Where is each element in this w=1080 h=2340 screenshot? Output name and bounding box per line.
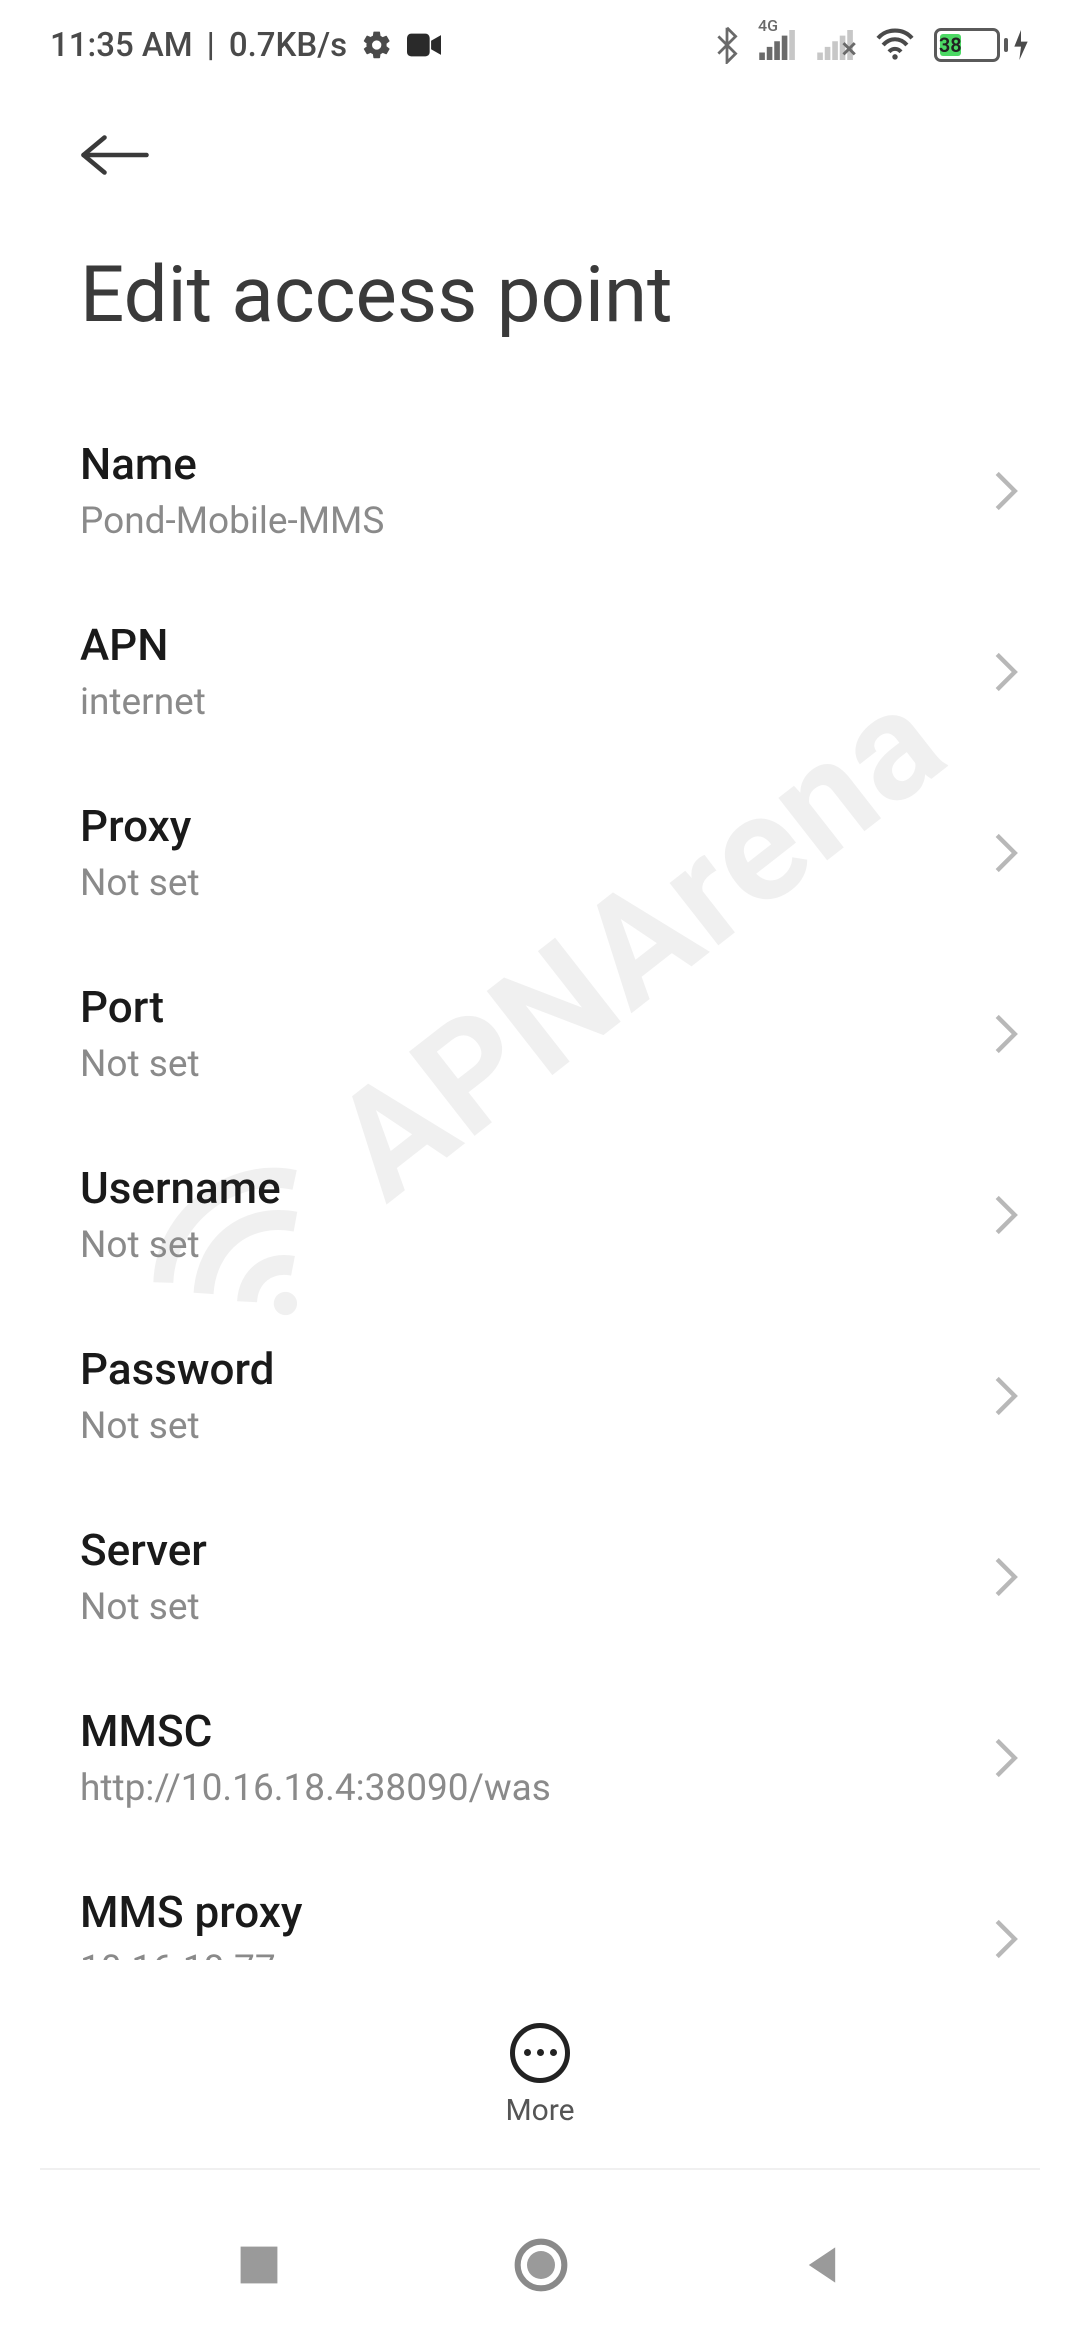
row-value: 10.16.18.77 [80,1948,950,1960]
row-value: Not set [80,1405,950,1448]
signal-bars-sim2-icon [816,30,856,60]
row-mmsc[interactable]: MMSC http://10.16.18.4:38090/was [80,1667,1020,1848]
row-value: Not set [80,862,950,905]
network-label: 4G [758,16,778,35]
row-password[interactable]: Password Not set [80,1305,1020,1486]
nav-back-button[interactable] [800,2243,844,2287]
chevron-right-icon [992,1736,1020,1780]
status-bar: 11:35 AM | 0.7KB/s 4G [0,0,1080,90]
row-label: MMSC [80,1705,950,1757]
row-label: Port [80,981,950,1033]
row-value: internet [80,681,950,724]
more-label: More [505,2093,574,2128]
row-label: Password [80,1343,950,1395]
row-mms-proxy[interactable]: MMS proxy 10.16.18.77 [80,1848,1020,1960]
page-title: Edit access point [80,250,673,341]
chevron-right-icon [992,469,1020,513]
status-data-rate: 0.7KB/s [229,26,347,65]
battery-indicator: 38 [934,28,1030,62]
more-ellipsis-icon [510,2023,570,2083]
row-label: Proxy [80,800,950,852]
row-label: APN [80,619,950,671]
system-navigation-bar [0,2190,1080,2340]
wifi-icon [874,28,916,62]
row-proxy[interactable]: Proxy Not set [80,762,1020,943]
row-label: Name [80,438,950,490]
row-port[interactable]: Port Not set [80,943,1020,1124]
chevron-right-icon [992,1917,1020,1961]
chevron-right-icon [992,1555,1020,1599]
row-username[interactable]: Username Not set [80,1124,1020,1305]
nav-home-button[interactable] [513,2237,569,2293]
more-button[interactable]: More [0,1985,1080,2165]
arrow-left-icon [80,130,150,180]
chevron-right-icon [992,831,1020,875]
status-separator: | [207,26,215,65]
row-label: MMS proxy [80,1886,950,1938]
settings-status-icon [361,29,393,61]
camera-status-icon [407,33,441,57]
chevron-right-icon [992,1012,1020,1056]
row-label: Username [80,1162,950,1214]
row-server[interactable]: Server Not set [80,1486,1020,1667]
row-name[interactable]: Name Pond-Mobile-MMS [80,400,1020,581]
row-value: Not set [80,1224,950,1267]
row-value: Not set [80,1043,950,1086]
chevron-right-icon [992,1374,1020,1418]
settings-list: Name Pond-Mobile-MMS APN internet Proxy … [80,400,1020,1960]
bluetooth-icon [714,26,740,64]
nav-recents-button[interactable] [236,2242,282,2288]
row-value: Not set [80,1586,950,1629]
row-label: Server [80,1524,950,1576]
back-button[interactable] [80,130,150,184]
chevron-right-icon [992,1193,1020,1237]
row-apn[interactable]: APN internet [80,581,1020,762]
bottom-divider [40,2168,1040,2170]
row-value: http://10.16.18.4:38090/was [80,1767,950,1810]
row-value: Pond-Mobile-MMS [80,500,950,543]
charging-icon [1012,30,1030,60]
status-time: 11:35 AM [50,26,193,65]
chevron-right-icon [992,650,1020,694]
